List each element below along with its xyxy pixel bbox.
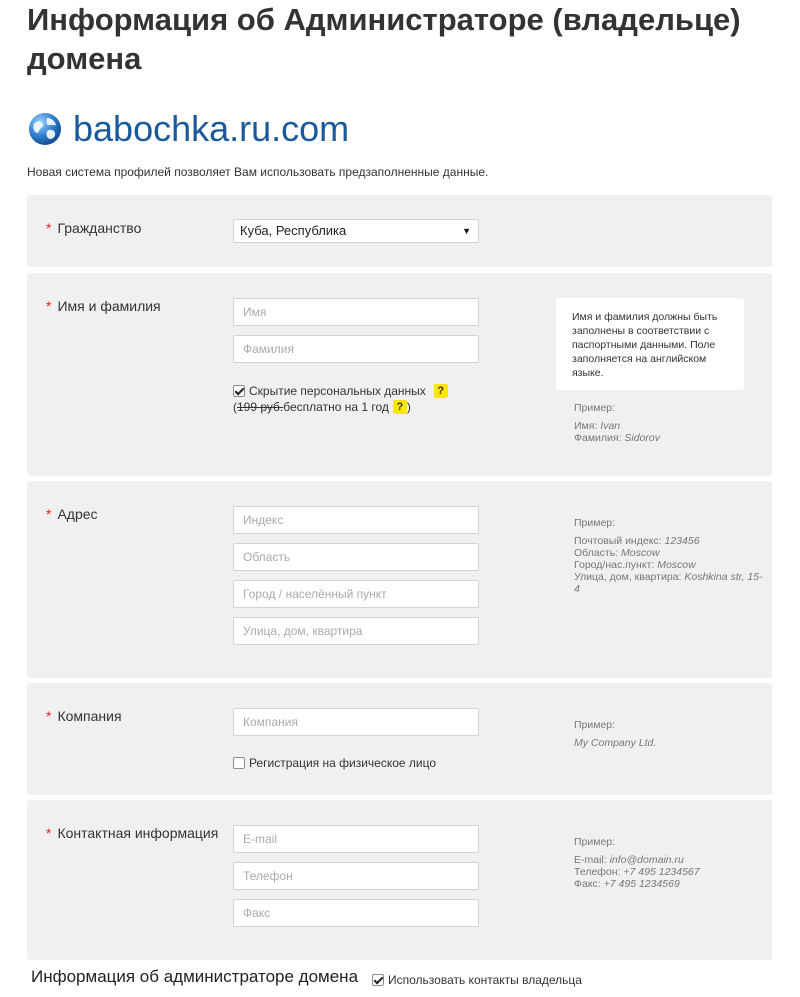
question-mark-icon[interactable]: ? <box>433 384 448 398</box>
example-line: Фамилия: Sidorov <box>574 432 661 444</box>
example-line: E-mail: info@domain.ru <box>574 854 684 866</box>
privacy-row: Скрытие персональных данных ? <box>233 384 448 398</box>
individual-label: Регистрация на физическое лицо <box>249 756 437 770</box>
example-title: Пример: <box>574 402 616 414</box>
example-line: Телефон: +7 495 1234567 <box>574 866 700 878</box>
name-example: Пример: Имя: Ivan Фамилия: Sidorov <box>574 402 764 444</box>
address-section: *Адрес Пример: Почтовый индекс: 123456 О… <box>27 481 772 678</box>
free-price: бесплатно на 1 год <box>283 400 389 414</box>
old-price: 199 руб. <box>237 400 284 414</box>
example-line: Город/нас.пункт: Moscow <box>574 559 696 571</box>
email-input[interactable] <box>233 825 479 853</box>
globe-icon <box>29 113 61 145</box>
company-section: *Компания Регистрация на физическое лицо… <box>27 683 772 795</box>
required-mark: * <box>46 825 52 841</box>
use-owner-row: Использовать контакты владельца <box>372 973 582 987</box>
privacy-checkbox[interactable] <box>233 385 245 397</box>
last-name-input[interactable] <box>233 335 479 363</box>
domain-header: babochka.ru.com <box>27 104 349 154</box>
company-label: * Компания <box>46 708 122 724</box>
example-title: Пример: <box>574 719 616 731</box>
citizenship-select[interactable]: Куба, Республика ▼ <box>233 219 479 243</box>
example-line: My Company Ltd. <box>574 737 657 749</box>
admin-section-title: Информация об администраторе домена <box>31 967 359 986</box>
name-tooltip: Имя и фамилия должны быть заполнены в со… <box>556 298 744 390</box>
fax-input[interactable] <box>233 899 479 927</box>
example-title: Пример: <box>574 517 616 529</box>
example-line: Имя: Ivan <box>574 420 621 432</box>
page-title: Информация об Администраторе (владельце)… <box>27 2 741 76</box>
dropdown-arrow-icon: ▼ <box>462 226 471 236</box>
required-mark: * <box>46 220 52 236</box>
use-owner-label: Использовать контакты владельца <box>388 973 582 987</box>
first-name-input[interactable] <box>233 298 479 326</box>
required-mark: * <box>46 506 52 522</box>
privacy-price: (199 руб. бесплатно на 1 год ?) <box>233 400 411 414</box>
intro-text: Новая система профилей позволяет Вам исп… <box>27 165 489 179</box>
city-input[interactable] <box>233 580 479 608</box>
region-input[interactable] <box>233 543 479 571</box>
company-example: Пример: My Company Ltd. <box>574 719 764 749</box>
citizenship-section: * Гражданство Куба, Республика ▼ <box>27 195 772 267</box>
question-mark-icon[interactable]: ? <box>392 400 407 414</box>
name-section: *Имя и фамилия Скрытие персональных данн… <box>27 273 772 476</box>
contact-section: *Контактная информация Пример: E-mail: i… <box>27 800 772 960</box>
example-line: Почтовый индекс: 123456 <box>574 535 700 547</box>
use-owner-checkbox[interactable] <box>372 974 384 986</box>
example-line: Улица, дом, квартира: Koshkina str, 15-4 <box>574 571 763 595</box>
privacy-label: Скрытие персональных данных <box>249 384 426 398</box>
phone-input[interactable] <box>233 862 479 890</box>
example-line: Область: Moscow <box>574 547 660 559</box>
name-label: * Имя и фамилия <box>46 298 161 314</box>
domain-name[interactable]: babochka.ru.com <box>73 104 349 154</box>
example-line: Факс: +7 495 1234569 <box>574 878 680 890</box>
address-label: * Адрес <box>46 506 98 522</box>
individual-row: Регистрация на физическое лицо <box>233 756 436 770</box>
individual-checkbox[interactable] <box>233 757 245 769</box>
required-mark: * <box>46 708 52 724</box>
contact-example: Пример: E-mail: info@domain.ru Телефон: … <box>574 836 764 890</box>
street-input[interactable] <box>233 617 479 645</box>
address-example: Пример: Почтовый индекс: 123456 Область:… <box>574 517 764 595</box>
required-mark: * <box>46 298 52 314</box>
example-title: Пример: <box>574 836 616 848</box>
postal-code-input[interactable] <box>233 506 479 534</box>
company-input[interactable] <box>233 708 479 736</box>
citizenship-value: Куба, Республика <box>240 223 347 238</box>
contact-label: * Контактная информация <box>46 825 219 841</box>
citizenship-label: * Гражданство <box>46 220 142 236</box>
